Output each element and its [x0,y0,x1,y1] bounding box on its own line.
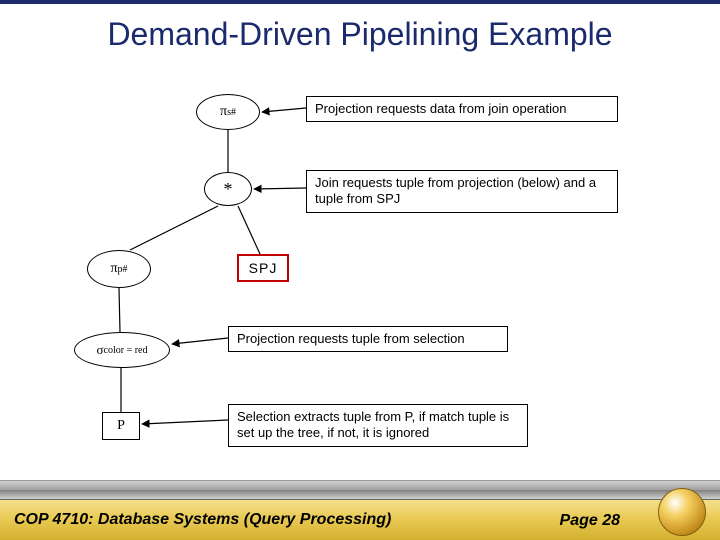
node-relation-p: P [102,412,140,440]
annotation-join-request: Join requests tuple from projection (bel… [306,170,618,213]
slide-root: Demand-Driven Pipelining Example πs# * π… [0,0,720,540]
sigma-symbol: σ [97,342,104,358]
node-selection: σcolor = red [74,332,170,368]
pi-symbol: π [220,104,227,120]
annotation-selection-extract: Selection extracts tuple from P, if matc… [228,404,528,447]
pi-p-sub: p# [118,264,128,275]
pi-p-symbol: π [110,261,117,277]
node-projection-s: πs# [196,94,260,130]
spj-label: SPJ [249,260,278,276]
page-number: Page 28 [560,512,620,530]
node-spj: SPJ [237,254,289,282]
node-join: * [204,172,252,206]
ucf-logo-icon [658,488,706,536]
footer: COP 4710: Database Systems (Query Proces… [0,492,720,540]
node-projection-p: πp# [87,250,151,288]
top-border [0,0,720,4]
pi-s-sub: s# [227,107,236,118]
footer-divider [0,480,720,500]
annotation-projection-selection: Projection requests tuple from selection [228,326,508,352]
p-label: P [117,418,125,434]
slide-title: Demand-Driven Pipelining Example [0,16,720,53]
course-label: COP 4710: Database Systems (Query Proces… [14,511,391,529]
annotation-projection-join: Projection requests data from join opera… [306,96,618,122]
sigma-sub: color = red [104,345,148,356]
join-symbol: * [224,179,233,200]
